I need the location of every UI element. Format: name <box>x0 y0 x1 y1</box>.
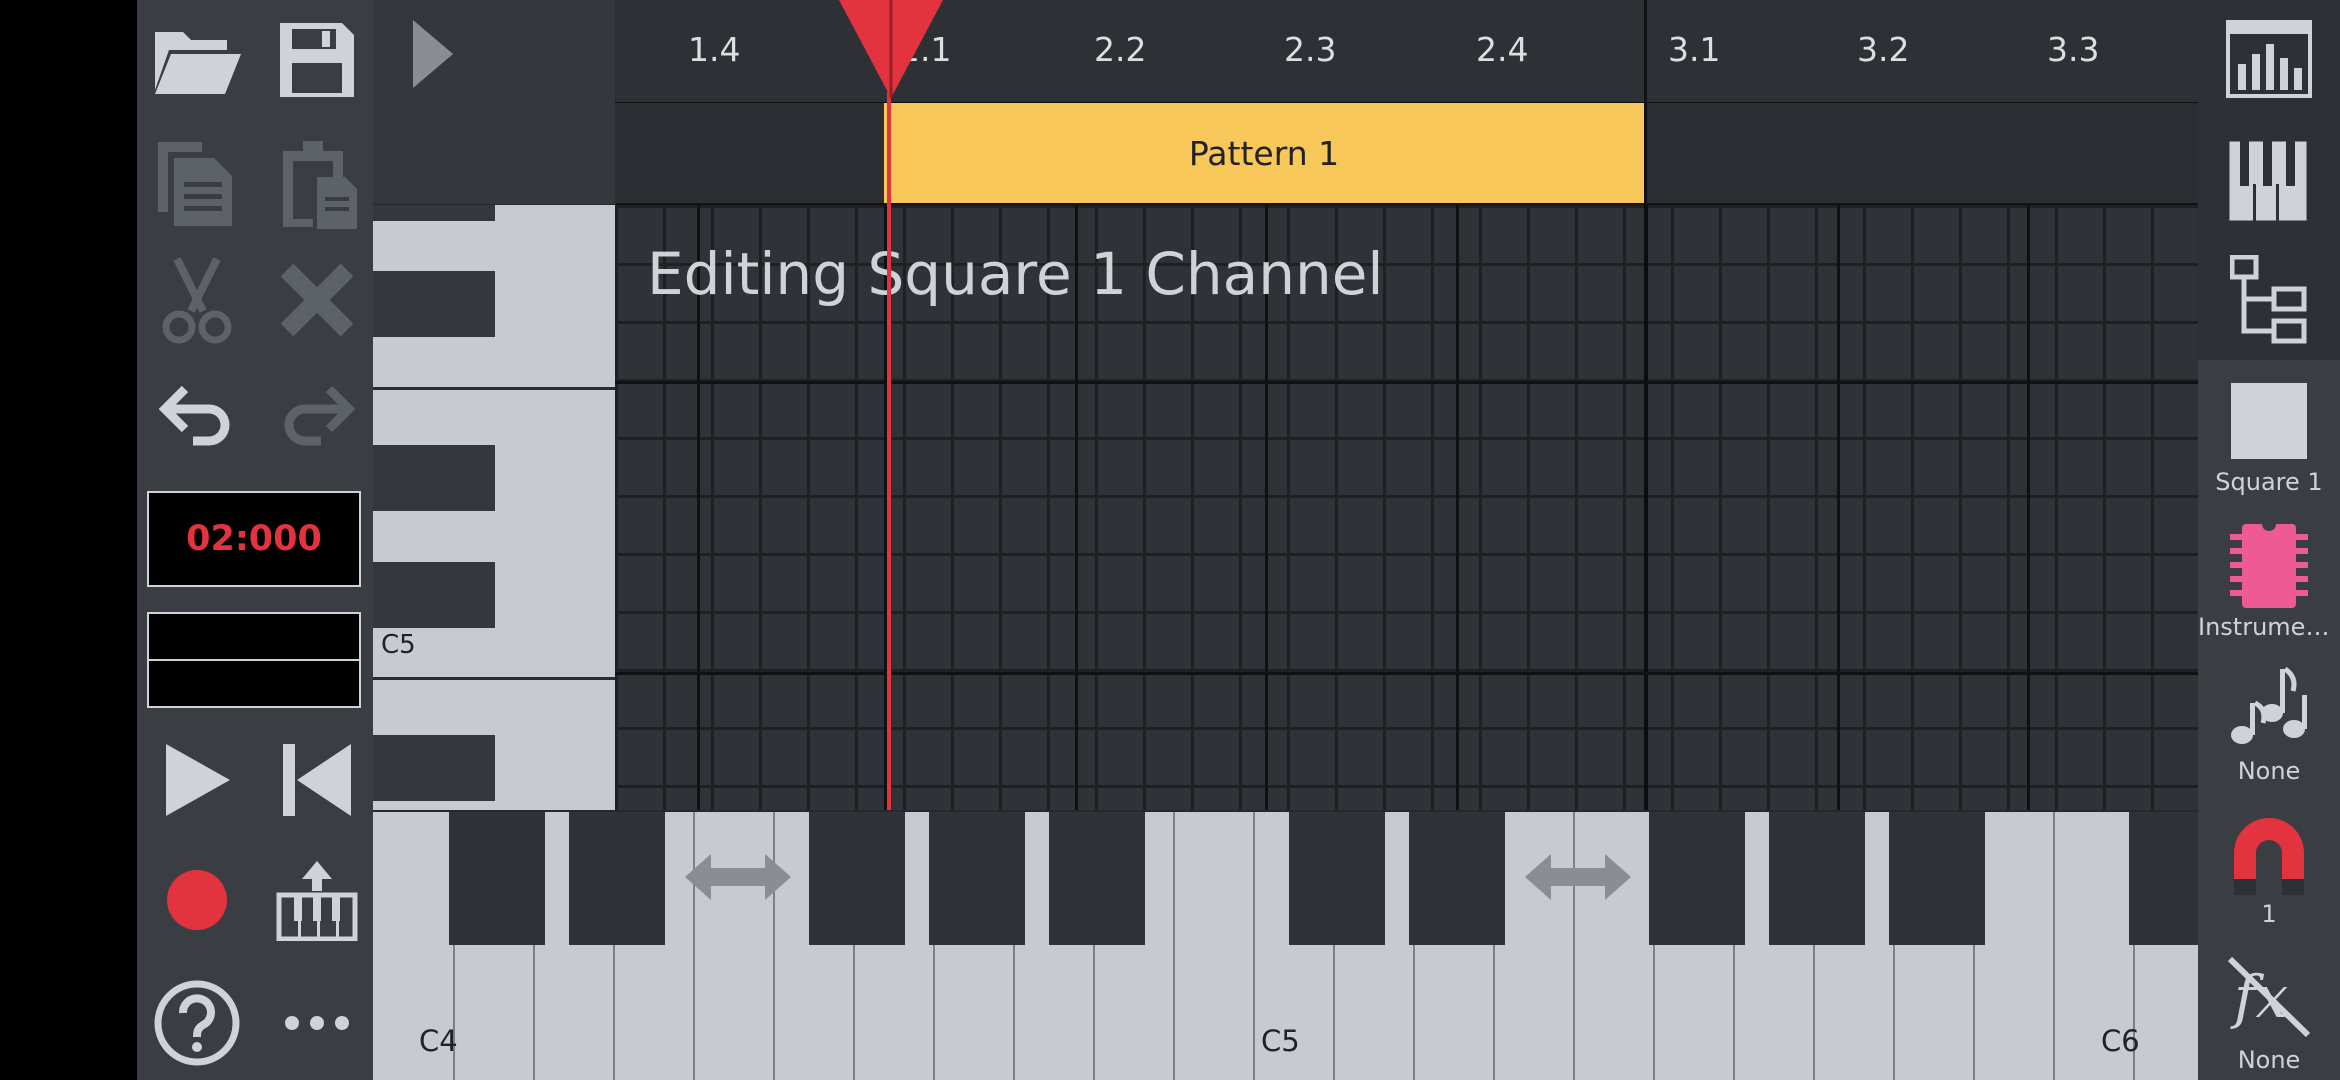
editing-status: Editing Square 1 Channel <box>647 240 1384 308</box>
keyboard-key-divider <box>2053 812 2055 1080</box>
keyboard-key-divider <box>1173 812 1175 1080</box>
corner-panel <box>373 0 615 204</box>
piano-upload-icon <box>276 861 358 941</box>
open-button[interactable] <box>147 15 247 105</box>
horizontal-keyboard[interactable]: C4 C5 C6 <box>373 812 2198 1080</box>
scroll-horizontal-icon[interactable] <box>1523 850 1633 904</box>
save-button[interactable] <box>272 15 362 105</box>
keyboard-key-black[interactable] <box>1769 812 1865 945</box>
redo-button[interactable] <box>272 370 362 460</box>
tree-structure-icon[interactable] <box>2230 255 2308 345</box>
instrument-label: Instrument... <box>2198 613 2340 641</box>
piano-roll-editor: 1.4 2.1 2.2 2.3 2.4 3.1 3.2 3.3 Pattern … <box>373 0 2198 1080</box>
instrument-chip-icon[interactable] <box>2228 522 2310 610</box>
undo-icon <box>158 385 230 446</box>
piano-key-black[interactable] <box>373 445 495 511</box>
play-icon <box>166 744 230 816</box>
redo-icon <box>284 385 356 446</box>
svg-text:fx: fx <box>2230 963 2288 1031</box>
piano-key-black[interactable] <box>373 205 495 221</box>
ruler-label: 3.3 <box>2047 30 2100 69</box>
paste-button[interactable] <box>272 135 362 230</box>
play-button[interactable] <box>147 735 247 825</box>
record-button[interactable] <box>147 855 247 945</box>
note-label: C5 <box>381 630 416 660</box>
copy-icon <box>158 141 232 226</box>
help-icon <box>154 980 240 1065</box>
mixer-icon[interactable] <box>2226 20 2312 98</box>
fx-icon[interactable]: fx <box>2226 955 2312 1039</box>
snap-magnet-icon[interactable] <box>2230 815 2308 895</box>
ruler-label: 3.1 <box>1668 30 1721 69</box>
status-display <box>147 612 361 708</box>
scissors-icon <box>162 257 232 344</box>
channel-square-icon[interactable] <box>2231 383 2307 459</box>
floppy-disk-icon <box>280 23 354 97</box>
more-horizontal-icon <box>285 1015 349 1030</box>
time-display: 02:000 <box>147 491 361 587</box>
ruler-label: 2.4 <box>1476 30 1529 69</box>
copy-button[interactable] <box>147 135 247 230</box>
keyboard-export-button[interactable] <box>272 855 362 945</box>
piano-key-black[interactable] <box>373 735 495 801</box>
keyboard-label: C5 <box>1261 1024 1300 1058</box>
delete-button[interactable] <box>272 255 362 345</box>
right-panel: Square 1 Instrument... None 1 fx None <box>2198 0 2340 1080</box>
piano-icon[interactable] <box>2226 138 2310 224</box>
vertical-piano-keys[interactable]: C5 <box>373 205 615 810</box>
left-toolbar: 02:000 <box>137 0 373 1080</box>
music-notes-icon[interactable] <box>2228 665 2308 751</box>
help-button[interactable] <box>147 975 247 1070</box>
ruler-label: 1.4 <box>688 30 741 69</box>
record-icon <box>167 870 227 930</box>
playhead-marker[interactable] <box>837 0 945 100</box>
playhead-line <box>887 92 891 810</box>
keyboard-key-black[interactable] <box>1289 812 1385 945</box>
cut-button[interactable] <box>147 255 247 345</box>
ruler-label: 2.2 <box>1094 30 1147 69</box>
keyboard-key-black[interactable] <box>1649 812 1745 945</box>
expand-arrow-icon[interactable] <box>411 18 455 90</box>
pattern-block[interactable]: Pattern 1 <box>884 103 1644 203</box>
close-icon <box>280 263 354 337</box>
keyboard-key-black[interactable] <box>1889 812 1985 945</box>
skip-back-icon <box>283 744 351 816</box>
keyboard-label: C6 <box>2101 1024 2140 1058</box>
piano-key-black[interactable] <box>373 271 495 337</box>
clipboard-icon <box>283 140 357 229</box>
keyboard-key-black[interactable] <box>449 812 545 945</box>
keyboard-label: C4 <box>419 1024 458 1058</box>
ruler-label: 3.2 <box>1857 30 1910 69</box>
keyboard-key-black[interactable] <box>809 812 905 945</box>
pattern-track: Pattern 1 <box>615 103 2198 205</box>
keyboard-key-black[interactable] <box>2129 812 2198 945</box>
channel-label: Square 1 <box>2215 468 2323 496</box>
keyboard-key-black[interactable] <box>1409 812 1505 945</box>
folder-open-icon <box>155 32 241 94</box>
keyboard-key-black[interactable] <box>569 812 665 945</box>
keyboard-key-black[interactable] <box>1049 812 1145 945</box>
scroll-horizontal-icon[interactable] <box>683 850 793 904</box>
rewind-button[interactable] <box>272 735 362 825</box>
fx-label: None <box>2237 1046 2301 1074</box>
ruler-label: 2.3 <box>1284 30 1337 69</box>
snap-value: 1 <box>2261 900 2277 928</box>
piano-key-black[interactable] <box>373 562 495 628</box>
notes-label: None <box>2237 757 2301 785</box>
more-button[interactable] <box>272 975 362 1070</box>
undo-button[interactable] <box>147 370 247 460</box>
keyboard-key-divider <box>1253 812 1255 1080</box>
keyboard-key-black[interactable] <box>929 812 1025 945</box>
